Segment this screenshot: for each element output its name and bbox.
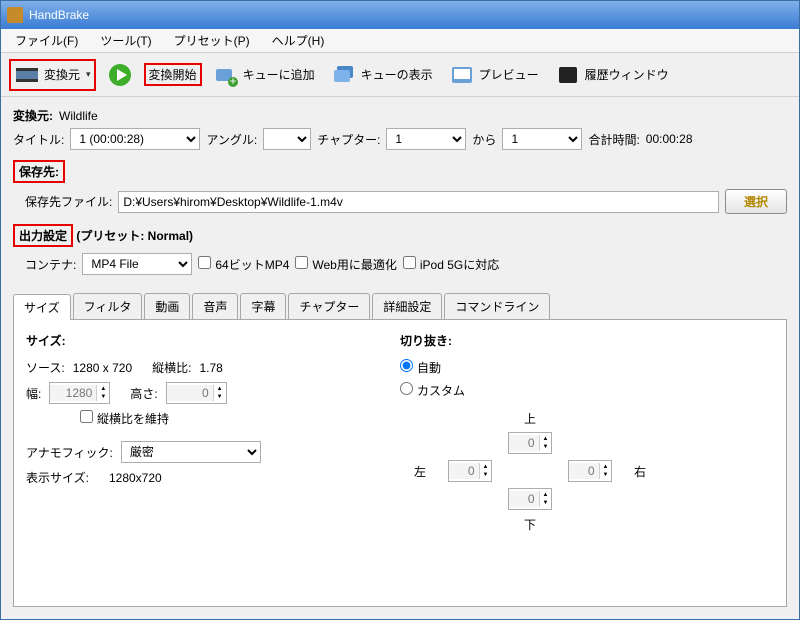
display-size-label: 表示サイズ: <box>26 469 89 486</box>
dest-path-input[interactable] <box>118 191 719 213</box>
film-icon <box>14 62 40 88</box>
crop-bottom-label: 下 <box>524 516 536 533</box>
tab-filters[interactable]: フィルタ <box>73 293 143 319</box>
to-label: から <box>472 131 496 148</box>
source-button[interactable]: 変換元 <box>9 59 96 91</box>
history-icon <box>555 62 581 88</box>
width-label: 幅: <box>26 385 41 402</box>
menu-tools[interactable]: ツール(T) <box>92 30 159 51</box>
tab-audio[interactable]: 音声 <box>192 293 238 319</box>
svg-text:+: + <box>229 74 236 88</box>
chapter-to-select[interactable]: 1 <box>502 128 582 150</box>
source-heading: 変換元: <box>13 107 53 124</box>
browse-button[interactable]: 選択 <box>725 189 787 214</box>
cb-web[interactable]: Web用に最適化 <box>295 256 396 273</box>
show-queue-label: キューの表示 <box>361 66 433 83</box>
cb-ipod[interactable]: iPod 5Gに対応 <box>403 256 499 273</box>
add-queue-label: キューに追加 <box>243 66 315 83</box>
size-column: サイズ: ソース: 1280 x 720 縦横比: 1.78 幅: ▲▼ 高さ:… <box>26 332 400 594</box>
preview-button[interactable]: プレビュー <box>444 59 544 91</box>
size-heading: サイズ: <box>26 332 400 349</box>
width-spinner[interactable]: ▲▼ <box>49 382 110 404</box>
source-button-label: 変換元 <box>44 66 80 83</box>
crop-right-spinner[interactable]: ▲▼ <box>568 460 613 482</box>
anamorphic-select[interactable]: 厳密 <box>121 441 261 463</box>
history-label: 履歴ウィンドウ <box>585 66 669 83</box>
anamorphic-label: アナモフィック: <box>26 444 113 461</box>
height-label: 高さ: <box>130 385 157 402</box>
crop-auto-radio[interactable]: 自動 <box>400 359 441 376</box>
chapter-from-select[interactable]: 1 <box>386 128 466 150</box>
total-label: 合計時間: <box>588 131 639 148</box>
show-queue-button[interactable]: キューの表示 <box>326 59 438 91</box>
menu-help[interactable]: ヘルプ(H) <box>264 30 333 51</box>
output-heading: 出力設定 <box>13 224 73 247</box>
container-select[interactable]: MP4 File <box>82 253 192 275</box>
tab-chapters[interactable]: チャプター <box>288 293 370 319</box>
history-button[interactable]: 履歴ウィンドウ <box>550 59 674 91</box>
title-label: タイトル: <box>13 131 64 148</box>
tab-cli[interactable]: コマンドライン <box>444 293 550 319</box>
chapter-label: チャプター: <box>317 131 380 148</box>
start-label: 変換開始 <box>149 66 197 83</box>
crop-top-spinner[interactable]: ▲▼ <box>508 432 553 454</box>
crop-top-label: 上 <box>524 410 536 427</box>
output-section: 出力設定 (プリセット: Normal) コンテナ: MP4 File 64ビッ… <box>1 224 799 285</box>
dest-heading: 保存先: <box>13 160 65 183</box>
title-select[interactable]: 1 (00:00:28) <box>70 128 200 150</box>
crop-bottom-spinner[interactable]: ▲▼ <box>508 488 553 510</box>
app-icon <box>7 7 23 23</box>
keep-aspect-cb[interactable]: 縦横比を維持 <box>80 410 169 427</box>
start-label-button[interactable]: 変換開始 <box>144 63 202 86</box>
total-value: 00:00:28 <box>646 132 693 146</box>
preview-label: プレビュー <box>479 66 539 83</box>
title-bar: HandBrake <box>1 1 799 29</box>
aspect-label: 縦横比: <box>152 359 191 376</box>
angle-select[interactable] <box>263 128 311 150</box>
source-dims: 1280 x 720 <box>73 361 132 375</box>
container-label: コンテナ: <box>25 256 76 273</box>
source-dims-label: ソース: <box>26 359 65 376</box>
menu-presets[interactable]: プリセット(P) <box>166 30 258 51</box>
crop-heading: 切り抜き: <box>400 332 774 349</box>
crop-right-label: 右 <box>634 463 646 480</box>
menu-file[interactable]: ファイル(F) <box>7 30 86 51</box>
dest-section: 保存先: 保存先ファイル: 選択 <box>1 160 799 224</box>
toolbar: 変換元 変換開始 + キューに追加 キューの表示 プレビュー <box>1 53 799 97</box>
height-spinner[interactable]: ▲▼ <box>166 382 227 404</box>
queue-icon <box>331 62 357 88</box>
tab-advanced[interactable]: 詳細設定 <box>372 293 442 319</box>
display-size-value: 1280x720 <box>109 471 162 485</box>
crop-custom-radio[interactable]: カスタム <box>400 382 465 399</box>
tab-video[interactable]: 動画 <box>144 293 190 319</box>
aspect-val: 1.78 <box>199 361 222 375</box>
crop-column: 切り抜き: 自動 カスタム 上 ▲▼ 左 ▲▼ ▲▼ 右 ▲▼ 下 <box>400 332 774 594</box>
window-title: HandBrake <box>29 8 89 22</box>
tab-subs[interactable]: 字幕 <box>240 293 286 319</box>
add-queue-icon: + <box>213 62 239 88</box>
preview-icon <box>449 62 475 88</box>
crop-left-label: 左 <box>414 463 426 480</box>
add-queue-button[interactable]: + キューに追加 <box>208 59 320 91</box>
preset-label: (プリセット: Normal) <box>76 229 193 243</box>
source-section: 変換元: Wildlife タイトル: 1 (00:00:28) アングル: チ… <box>1 97 799 160</box>
crop-left-spinner[interactable]: ▲▼ <box>448 460 493 482</box>
start-button[interactable] <box>102 59 138 91</box>
play-icon <box>107 62 133 88</box>
tab-bar: サイズ フィルタ 動画 音声 字幕 チャプター 詳細設定 コマンドライン <box>13 293 787 320</box>
source-value: Wildlife <box>59 109 98 123</box>
dest-file-label: 保存先ファイル: <box>25 193 112 210</box>
menu-bar: ファイル(F) ツール(T) プリセット(P) ヘルプ(H) <box>1 29 799 53</box>
cb-64bit[interactable]: 64ビットMP4 <box>198 256 289 273</box>
size-panel: サイズ: ソース: 1280 x 720 縦横比: 1.78 幅: ▲▼ 高さ:… <box>13 320 787 607</box>
tab-size[interactable]: サイズ <box>13 294 71 320</box>
angle-label: アングル: <box>206 131 257 148</box>
